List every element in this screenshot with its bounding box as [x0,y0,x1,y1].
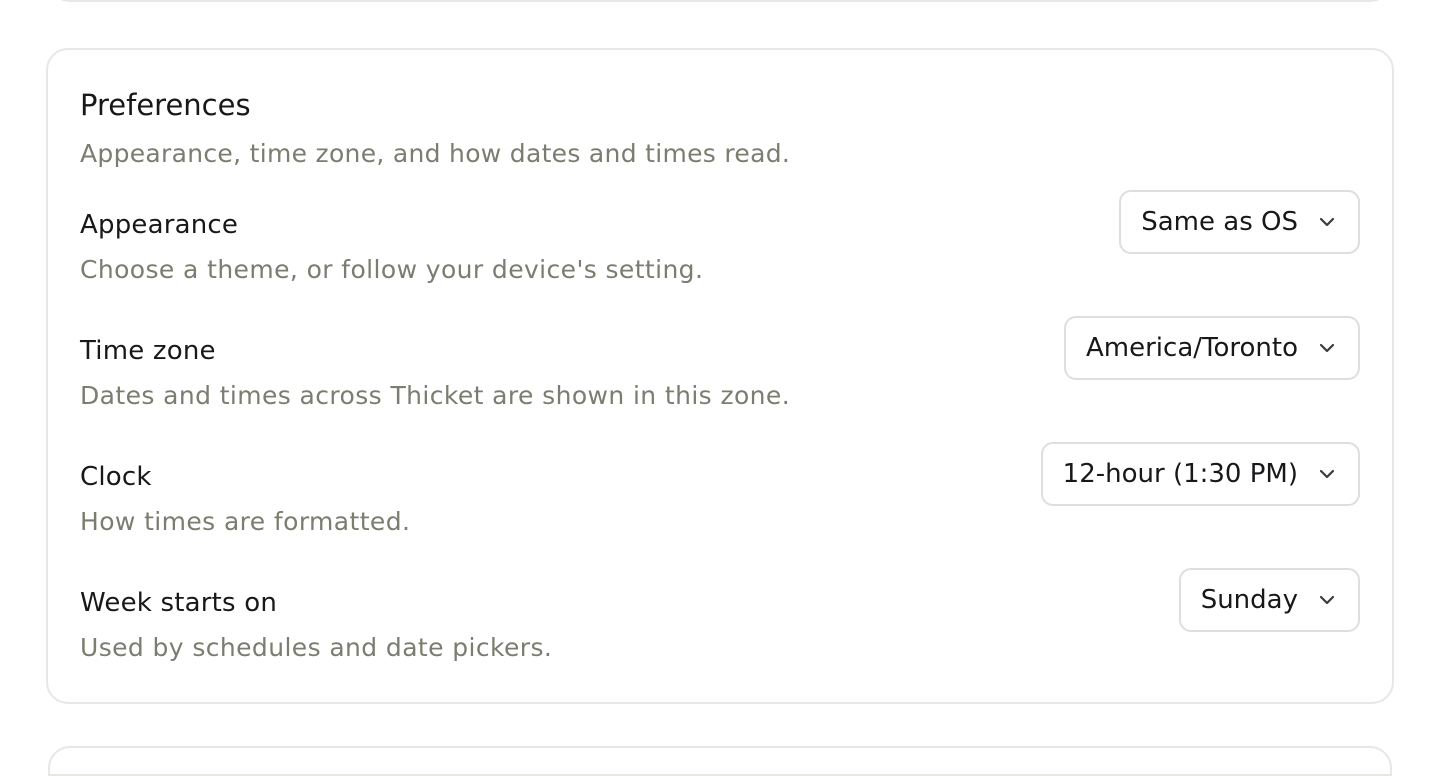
week-start-select-value: Sunday [1200,585,1298,615]
section-subtitle: Appearance, time zone, and how dates and… [80,139,791,168]
time-zone-label: Time zone [80,336,216,366]
chevron-down-icon [1316,337,1338,359]
next-card-edge [48,746,1392,776]
appearance-select-value: Same as OS [1141,207,1298,237]
time-zone-select[interactable]: America/Toronto [1064,316,1360,380]
clock-description: How times are formatted. [80,507,411,536]
chevron-down-icon [1316,589,1338,611]
appearance-select[interactable]: Same as OS [1119,190,1360,254]
appearance-label: Appearance [80,210,239,240]
chevron-down-icon [1316,211,1338,233]
week-start-select[interactable]: Sunday [1178,568,1360,632]
clock-label: Clock [80,462,152,492]
clock-select-value: 12-hour (1:30 PM) [1062,459,1298,489]
week-start-description: Used by schedules and date pickers. [80,633,553,662]
week-start-setting: Week starts on Used by schedules and dat… [80,568,1360,686]
time-zone-setting: Time zone Dates and times across Thicket… [80,316,1360,434]
chevron-down-icon [1316,463,1338,485]
clock-setting: Clock How times are formatted. 12-hour (… [80,442,1360,560]
appearance-description: Choose a theme, or follow your device's … [80,255,704,284]
time-zone-select-value: America/Toronto [1086,333,1298,363]
week-start-label: Week starts on [80,588,278,618]
time-zone-description: Dates and times across Thicket are shown… [80,381,791,410]
appearance-setting: Appearance Choose a theme, or follow you… [80,190,1360,308]
clock-select[interactable]: 12-hour (1:30 PM) [1040,442,1360,506]
previous-card-edge [48,0,1392,2]
section-title: Preferences [80,88,251,122]
